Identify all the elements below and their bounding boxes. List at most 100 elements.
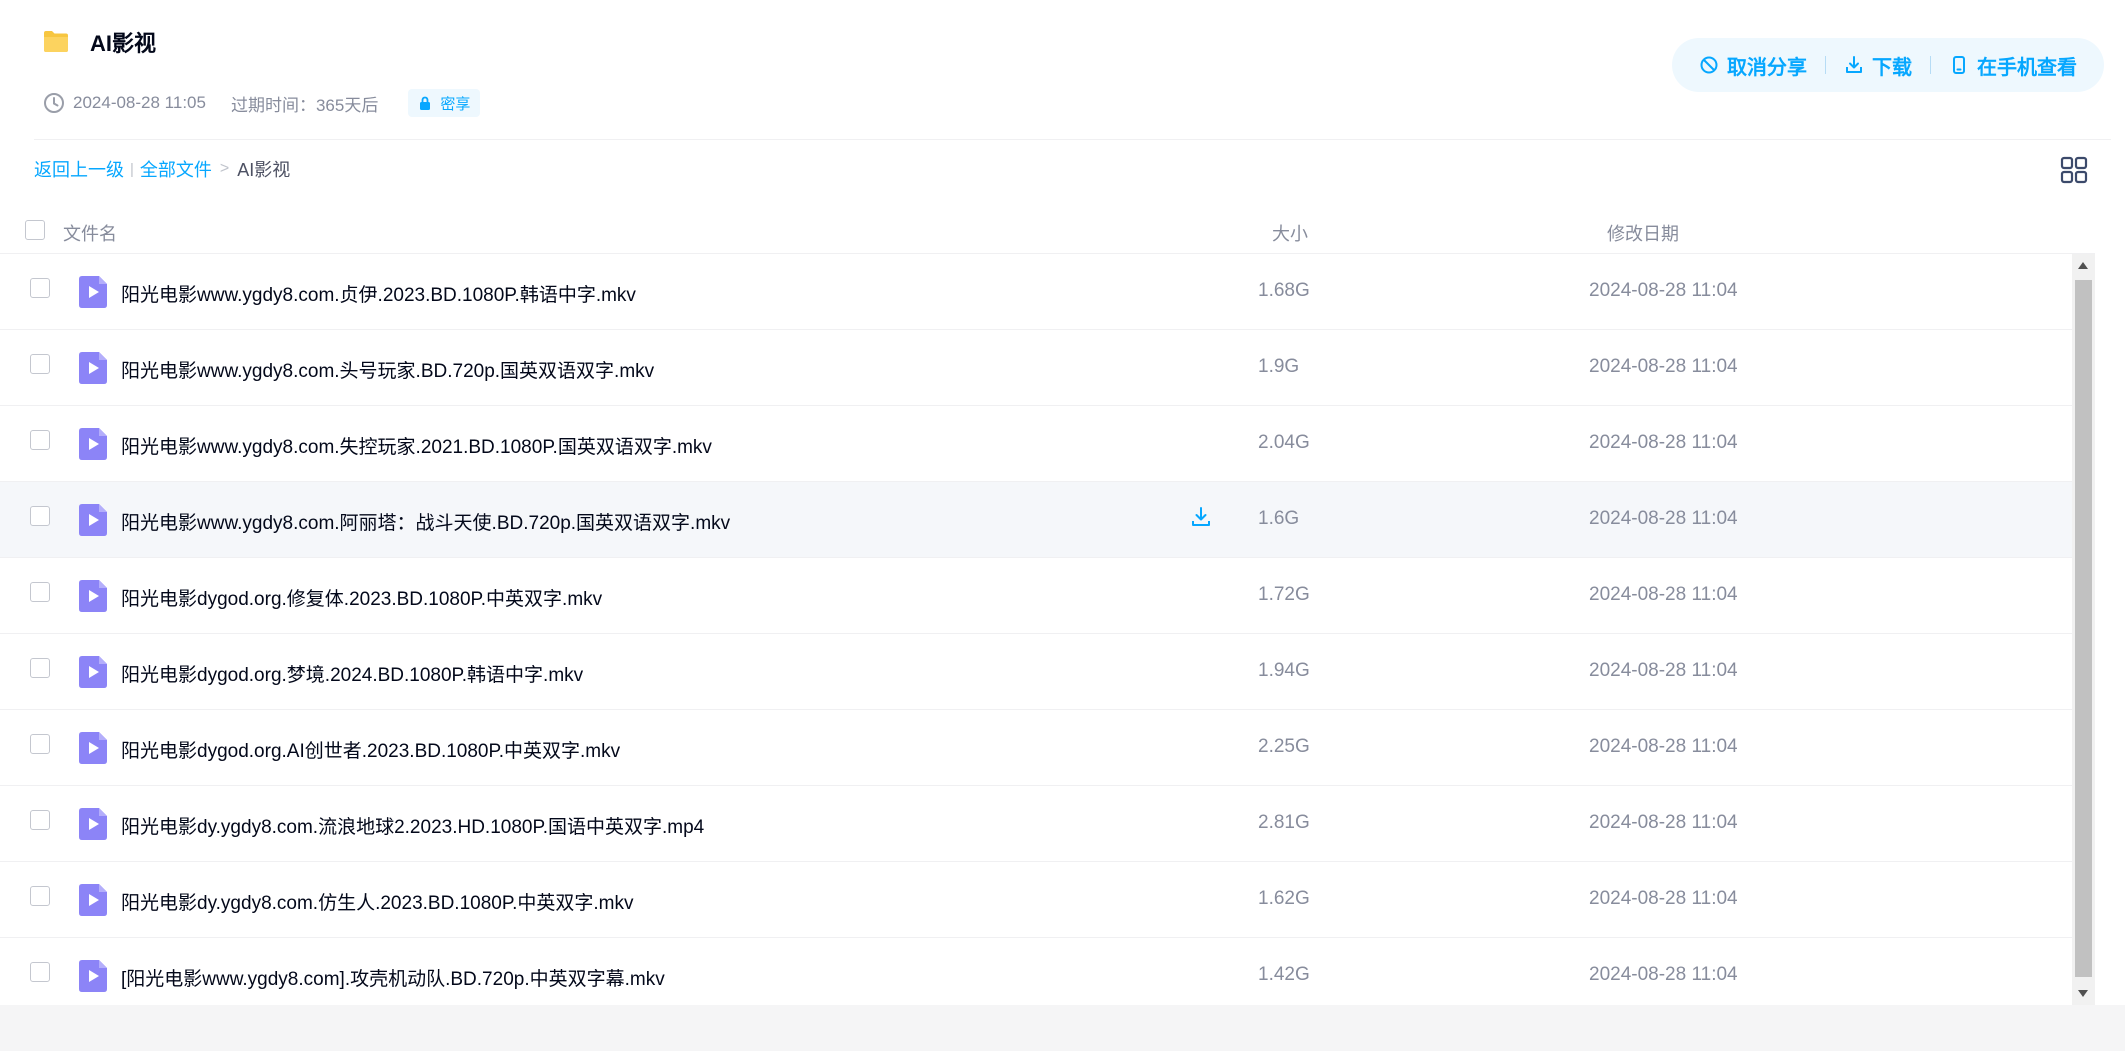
breadcrumb-current: AI影视 xyxy=(237,160,291,180)
file-name[interactable]: 阳光电影dy.ygdy8.com.流浪地球2.2023.HD.1080P.国语中… xyxy=(121,812,704,839)
table-row[interactable]: 阳光电影www.ygdy8.com.失控玩家.2021.BD.1080P.国英双… xyxy=(0,406,2072,482)
breadcrumb: 返回上一级 | 全部文件 > AI影视 xyxy=(34,156,290,182)
video-file-icon xyxy=(79,656,107,688)
video-file-icon xyxy=(79,580,107,612)
file-date: 2024-08-28 11:04 xyxy=(1589,584,1738,605)
video-file-icon xyxy=(79,428,107,460)
breadcrumb-separator: > xyxy=(219,160,230,177)
scroll-up-arrow[interactable] xyxy=(2078,262,2088,269)
file-date: 2024-08-28 11:04 xyxy=(1589,812,1738,833)
secret-share-badge: 密享 xyxy=(408,89,481,117)
scrollbar-thumb[interactable] xyxy=(2075,280,2092,977)
file-size: 1.68G xyxy=(1258,280,1310,301)
back-link[interactable]: 返回上一级 xyxy=(34,156,124,182)
download-icon xyxy=(1846,56,1862,73)
file-size: 2.25G xyxy=(1258,736,1310,757)
file-name[interactable]: 阳光电影www.ygdy8.com.贞伊.2023.BD.1080P.韩语中字.… xyxy=(121,280,636,307)
column-name-header[interactable]: 文件名 xyxy=(63,220,117,246)
file-size: 1.62G xyxy=(1258,888,1310,909)
column-date-header[interactable]: 修改日期 xyxy=(1607,220,1679,246)
phone-icon xyxy=(1953,56,1965,74)
row-checkbox[interactable] xyxy=(30,278,50,298)
table-row[interactable]: 阳光电影www.ygdy8.com.阿丽塔：战斗天使.BD.720p.国英双语双… xyxy=(0,482,2072,558)
file-list: 阳光电影www.ygdy8.com.贞伊.2023.BD.1080P.韩语中字.… xyxy=(0,254,2072,1005)
file-size: 1.72G xyxy=(1258,584,1310,605)
all-files-link[interactable]: 全部文件 xyxy=(140,156,212,182)
row-checkbox[interactable] xyxy=(30,582,50,602)
table-row[interactable]: 阳光电影dygod.org.梦境.2024.BD.1080P.韩语中字.mkv 1… xyxy=(0,634,2072,710)
ban-icon xyxy=(1700,56,1718,74)
lock-icon xyxy=(420,96,431,110)
table-row[interactable]: 阳光电影dy.ygdy8.com.流浪地球2.2023.HD.1080P.国语中… xyxy=(0,786,2072,862)
file-size: 1.9G xyxy=(1258,356,1300,377)
table-row[interactable]: 阳光电影dygod.org.AI创世者.2023.BD.1080P.中英双字.m… xyxy=(0,710,2072,786)
video-file-icon xyxy=(79,884,107,916)
header-divider xyxy=(34,139,2111,140)
download-button[interactable]: 下载 xyxy=(1844,51,1912,80)
select-all-checkbox[interactable] xyxy=(25,220,45,240)
action-separator xyxy=(1825,56,1826,74)
file-date: 2024-08-28 11:04 xyxy=(1589,736,1738,757)
video-file-icon xyxy=(79,808,107,840)
clock-icon xyxy=(44,93,64,113)
row-checkbox[interactable] xyxy=(30,962,50,982)
download-label: 下载 xyxy=(1872,56,1912,79)
table-row[interactable]: [阳光电影www.ygdy8.com].攻壳机动队.BD.720p.中英双字幕.… xyxy=(0,938,2072,1005)
file-date: 2024-08-28 11:04 xyxy=(1589,964,1738,985)
video-file-icon xyxy=(79,960,107,992)
video-file-icon xyxy=(79,732,107,764)
file-name[interactable]: [阳光电影www.ygdy8.com].攻壳机动队.BD.720p.中英双字幕.… xyxy=(121,964,665,991)
expire-text: 过期时间：365天后 xyxy=(230,95,379,115)
share-meta: 2024-08-28 11:05 过期时间：365天后 密享 xyxy=(43,89,481,117)
file-size: 2.81G xyxy=(1258,812,1310,833)
action-bar: 取消分享 下载 在手机查看 xyxy=(1672,38,2104,92)
page-title: AI影视 xyxy=(90,31,157,56)
row-checkbox[interactable] xyxy=(30,734,50,754)
table-row[interactable]: 阳光电影dygod.org.修复体.2023.BD.1080P.中英双字.mkv… xyxy=(0,558,2072,634)
badge-label: 密享 xyxy=(440,95,471,113)
file-date: 2024-08-28 11:04 xyxy=(1589,660,1738,681)
table-header: 文件名 大小 修改日期 xyxy=(0,210,2095,254)
scroll-down-arrow[interactable] xyxy=(2078,990,2088,997)
file-name[interactable]: 阳光电影dygod.org.梦境.2024.BD.1080P.韩语中字.mkv xyxy=(121,660,583,687)
file-name[interactable]: 阳光电影dygod.org.AI创世者.2023.BD.1080P.中英双字.m… xyxy=(121,736,620,763)
scrollbar[interactable] xyxy=(2072,254,2095,1005)
breadcrumb-pipe: | xyxy=(130,160,134,178)
row-checkbox[interactable] xyxy=(30,354,50,374)
file-name[interactable]: 阳光电影dygod.org.修复体.2023.BD.1080P.中英双字.mkv xyxy=(121,584,602,611)
file-date: 2024-08-28 11:04 xyxy=(1589,888,1738,909)
file-date: 2024-08-28 11:04 xyxy=(1589,280,1738,301)
file-date: 2024-08-28 11:04 xyxy=(1589,432,1738,453)
column-size-header[interactable]: 大小 xyxy=(1272,220,1308,246)
row-checkbox[interactable] xyxy=(30,506,50,526)
video-file-icon xyxy=(79,504,107,536)
share-panel: AI影视 2024-08-28 11:05 过期时间：365天后 密享 取消分享 xyxy=(0,0,2125,1005)
view-on-phone-button[interactable]: 在手机查看 xyxy=(1949,51,2077,80)
file-size: 2.04G xyxy=(1258,432,1310,453)
table-row[interactable]: 阳光电影www.ygdy8.com.头号玩家.BD.720p.国英双语双字.mk… xyxy=(0,330,2072,406)
row-download-icon[interactable] xyxy=(1190,506,1212,528)
folder-icon xyxy=(44,31,68,52)
row-checkbox[interactable] xyxy=(30,810,50,830)
cancel-share-button[interactable]: 取消分享 xyxy=(1699,51,1807,80)
video-file-icon xyxy=(79,352,107,384)
file-name[interactable]: 阳光电影www.ygdy8.com.失控玩家.2021.BD.1080P.国英双… xyxy=(121,432,712,459)
row-checkbox[interactable] xyxy=(30,658,50,678)
file-name[interactable]: 阳光电影dy.ygdy8.com.仿生人.2023.BD.1080P.中英双字.… xyxy=(121,888,633,915)
grid-view-icon[interactable] xyxy=(2060,156,2088,184)
table-row[interactable]: 阳光电影dy.ygdy8.com.仿生人.2023.BD.1080P.中英双字.… xyxy=(0,862,2072,938)
file-size: 1.94G xyxy=(1258,660,1310,681)
video-file-icon xyxy=(79,276,107,308)
row-checkbox[interactable] xyxy=(30,886,50,906)
file-date: 2024-08-28 11:04 xyxy=(1589,508,1738,529)
share-date: 2024-08-28 11:05 xyxy=(73,93,206,112)
file-size: 1.42G xyxy=(1258,964,1310,985)
row-checkbox[interactable] xyxy=(30,430,50,450)
file-date: 2024-08-28 11:04 xyxy=(1589,356,1738,377)
table-row[interactable]: 阳光电影www.ygdy8.com.贞伊.2023.BD.1080P.韩语中字.… xyxy=(0,254,2072,330)
action-separator xyxy=(1930,56,1931,74)
cancel-share-label: 取消分享 xyxy=(1727,56,1807,79)
file-name[interactable]: 阳光电影www.ygdy8.com.头号玩家.BD.720p.国英双语双字.mk… xyxy=(121,356,654,383)
file-name[interactable]: 阳光电影www.ygdy8.com.阿丽塔：战斗天使.BD.720p.国英双语双… xyxy=(121,508,730,535)
file-size: 1.6G xyxy=(1258,508,1300,529)
